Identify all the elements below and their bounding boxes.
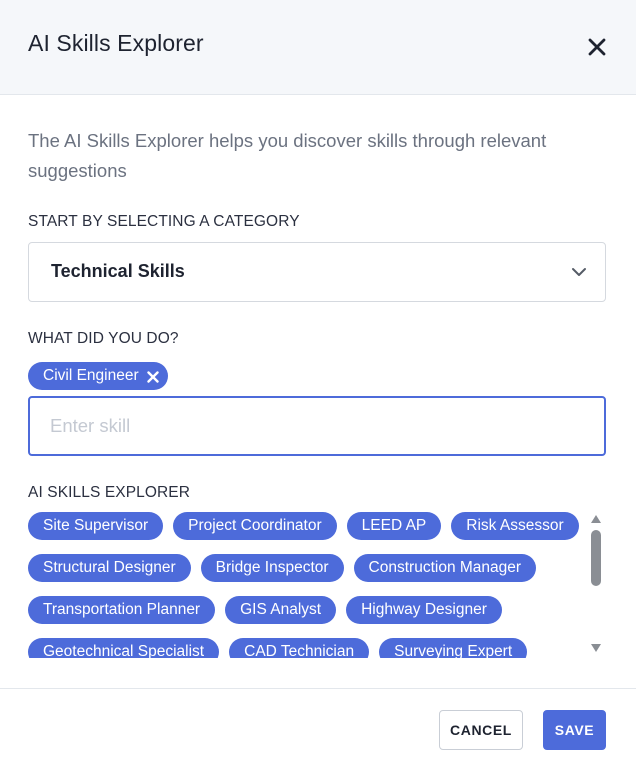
suggestion-chip[interactable]: Geotechnical Specialist bbox=[28, 638, 220, 658]
dialog-header: AI Skills Explorer bbox=[0, 0, 636, 95]
chevron-down-icon bbox=[572, 268, 586, 276]
cancel-button[interactable]: CANCEL bbox=[439, 710, 523, 750]
suggestion-chip[interactable]: Project Coordinator bbox=[173, 512, 337, 540]
dialog-footer: CANCEL SAVE bbox=[0, 688, 636, 767]
dialog-description: The AI Skills Explorer helps you discove… bbox=[28, 130, 547, 181]
close-icon bbox=[146, 371, 159, 383]
skill-input[interactable] bbox=[28, 396, 606, 456]
suggestion-chip[interactable]: Surveying Expert bbox=[379, 638, 528, 658]
dialog-title: AI Skills Explorer bbox=[28, 30, 204, 56]
suggestion-row: Structural Designer Bridge Inspector Con… bbox=[28, 554, 537, 582]
suggestion-chip[interactable]: Bridge Inspector bbox=[200, 554, 344, 582]
ai-skills-explorer-label: AI SKILLS EXPLORER bbox=[28, 484, 191, 501]
suggestion-chip[interactable]: Structural Designer bbox=[28, 554, 191, 582]
suggestion-chip[interactable]: Risk Assessor bbox=[451, 512, 579, 540]
save-button[interactable]: SAVE bbox=[543, 710, 606, 750]
suggestion-chip[interactable]: Site Supervisor bbox=[28, 512, 164, 540]
close-button[interactable] bbox=[583, 33, 611, 61]
close-icon bbox=[588, 38, 606, 56]
suggestion-row: Geotechnical Specialist CAD Technician S… bbox=[28, 638, 528, 658]
suggestion-row: Transportation Planner GIS Analyst Highw… bbox=[28, 596, 502, 624]
suggestion-row: Site Supervisor Project Coordinator LEED… bbox=[28, 512, 579, 540]
remove-skill-icon[interactable] bbox=[146, 370, 159, 383]
category-select[interactable]: Technical Skills bbox=[28, 242, 606, 302]
category-label: START BY SELECTING A CATEGORY bbox=[28, 213, 300, 230]
category-selected-value: Technical Skills bbox=[51, 261, 185, 281]
selected-skill-label: Civil Engineer bbox=[43, 367, 139, 384]
selected-skill-chip: Civil Engineer bbox=[28, 362, 168, 390]
scrollbar-thumb[interactable] bbox=[591, 530, 601, 586]
scroll-up-arrow-icon[interactable] bbox=[590, 514, 602, 524]
suggestion-chip[interactable]: Highway Designer bbox=[346, 596, 502, 624]
suggestion-chip[interactable]: Transportation Planner bbox=[28, 596, 216, 624]
skill-suggestions: Site Supervisor Project Coordinator LEED… bbox=[28, 510, 606, 658]
what-did-you-do-label: WHAT DID YOU DO? bbox=[28, 330, 179, 347]
ai-skills-explorer-dialog: AI Skills Explorer The AI Skills Explore… bbox=[0, 0, 636, 767]
suggestion-chip[interactable]: LEED AP bbox=[346, 512, 442, 540]
scroll-down-arrow-icon[interactable] bbox=[590, 643, 602, 653]
suggestion-chip[interactable]: GIS Analyst bbox=[225, 596, 337, 624]
suggestion-chip[interactable]: Construction Manager bbox=[353, 554, 537, 582]
suggestion-chip[interactable]: CAD Technician bbox=[229, 638, 370, 658]
